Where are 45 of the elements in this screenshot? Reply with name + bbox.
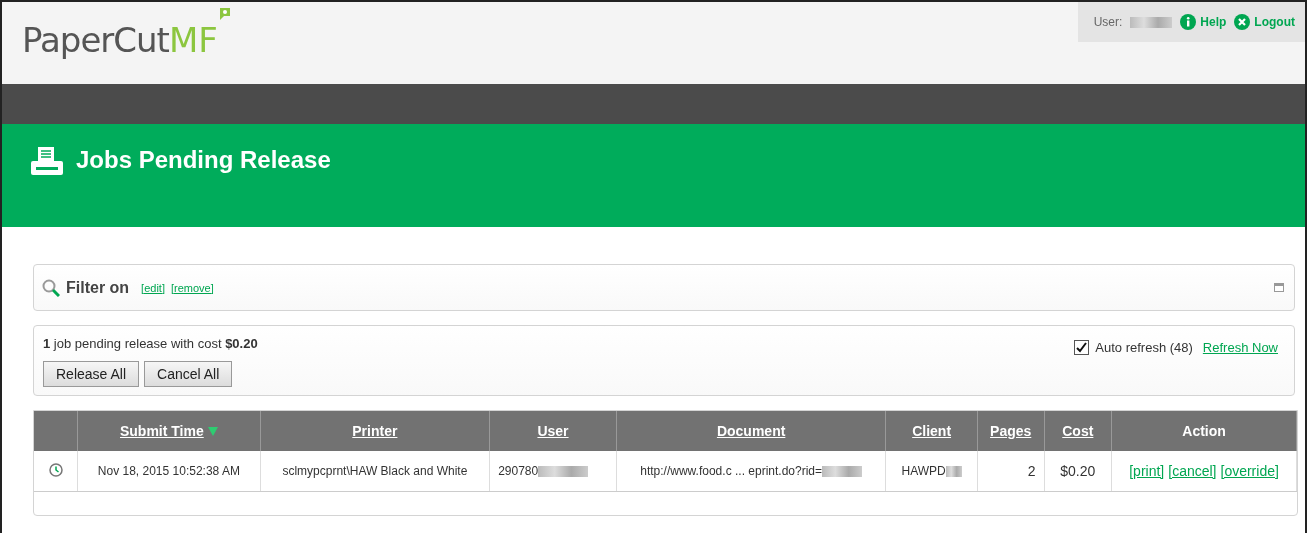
column-header[interactable]: Pages: [977, 411, 1044, 451]
column-header[interactable]: Cost: [1044, 411, 1112, 451]
filter-link[interactable]: [remove]: [170, 281, 214, 294]
redacted-value: [945, 466, 962, 478]
column-header[interactable]: Submit Time: [77, 411, 261, 451]
table-cell: Nov 18, 2015 10:52:38 AM: [77, 451, 261, 492]
clock-icon: [48, 462, 63, 477]
column-header[interactable]: User: [489, 411, 617, 451]
table-cell: sclmypcprnt\HAW Black and White: [260, 451, 490, 492]
action-button[interactable]: Cancel All: [144, 361, 233, 387]
filter-link[interactable]: [edit]: [141, 281, 165, 294]
table-cell: 2: [977, 451, 1044, 492]
row-action-link[interactable]: [print]: [1129, 463, 1165, 479]
column-header[interactable]: Client: [885, 411, 978, 451]
info-icon: [1180, 14, 1197, 30]
collapse-icon[interactable]: [1274, 283, 1284, 292]
logo-text: PaperCut: [22, 20, 169, 60]
summary-text: 1 job pending release with cost $0.20: [43, 336, 258, 351]
refresh-now-link[interactable]: Refresh Now: [1202, 340, 1278, 355]
column-header[interactable]: Document: [616, 411, 886, 451]
auto-refresh-label: Auto refresh (48): [1095, 340, 1193, 355]
row-action-link[interactable]: [override]: [1220, 463, 1279, 479]
redacted-username: [1130, 16, 1173, 28]
help-link[interactable]: Help: [1180, 14, 1227, 30]
page-title: Jobs Pending Release: [76, 146, 331, 174]
table-cell-text: 290780: [498, 464, 539, 478]
redacted-value: [822, 466, 862, 478]
table-cell: $0.20: [1044, 451, 1112, 492]
logo-accent-text: MF: [168, 20, 218, 60]
sort-descending-icon: [207, 427, 218, 436]
logout-link[interactable]: Logout: [1234, 14, 1295, 30]
logo-leaf-icon: [217, 6, 232, 20]
row-action-link[interactable]: [cancel]: [1168, 463, 1217, 479]
auto-refresh-checkbox[interactable]: [1074, 340, 1090, 355]
search-icon: [42, 278, 60, 297]
table-cell-text: http://www.food.c ... eprint.do?rid=: [640, 464, 822, 478]
redacted-value: [538, 466, 589, 478]
table-cell-text: HAWPD: [901, 464, 946, 478]
action-button[interactable]: Release All: [43, 361, 140, 387]
user-label: User:: [1093, 15, 1123, 29]
close-icon: [1234, 14, 1251, 30]
column-header[interactable]: Printer: [260, 411, 490, 451]
filter-label: Filter on: [66, 278, 130, 297]
column-header: Action: [1111, 411, 1297, 451]
printer-icon: [30, 146, 64, 176]
